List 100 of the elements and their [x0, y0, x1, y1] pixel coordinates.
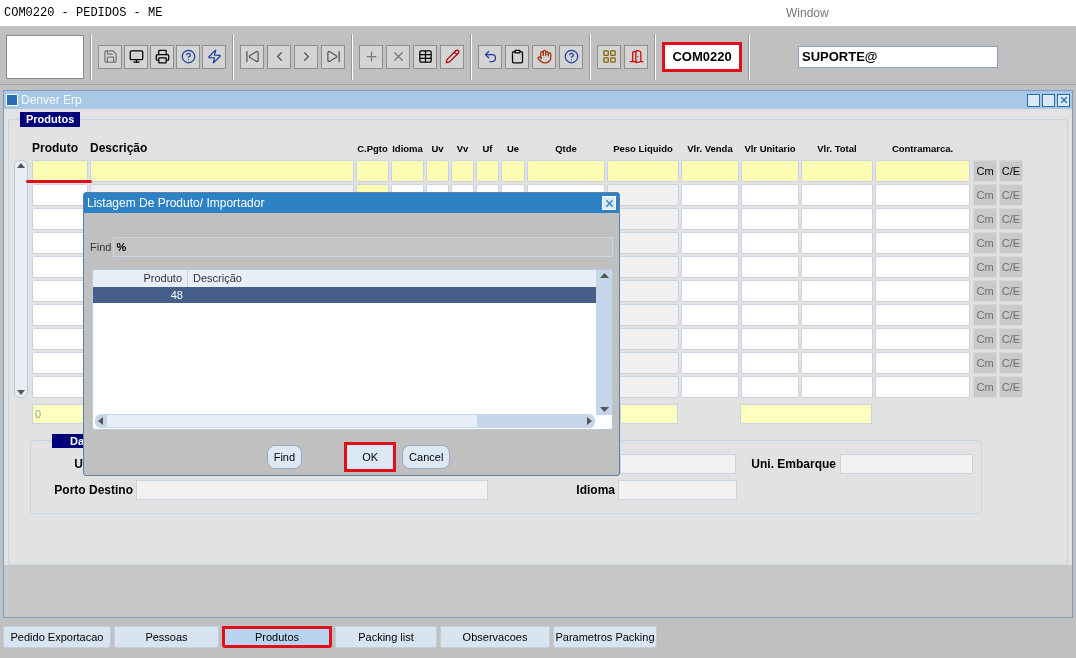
dialog-button[interactable]: Cancel [402, 445, 451, 469]
input-field[interactable] [426, 160, 449, 182]
tab[interactable]: Observacoes [440, 626, 550, 648]
next-record-icon[interactable] [294, 44, 318, 69]
input-field[interactable] [681, 208, 739, 230]
input-field[interactable] [741, 184, 799, 206]
total-field[interactable] [620, 404, 678, 424]
list-row[interactable]: 48 [93, 287, 597, 303]
input-field[interactable] [875, 328, 970, 350]
input-field[interactable] [607, 160, 679, 182]
scrollbar[interactable] [596, 270, 612, 415]
input-field[interactable] [681, 352, 739, 374]
find-field[interactable]: % [113, 237, 614, 257]
minimize-button[interactable] [1027, 93, 1040, 107]
input-field[interactable] [451, 160, 474, 182]
input-field[interactable] [875, 256, 970, 278]
input-field[interactable] [681, 232, 739, 254]
input-field[interactable] [875, 160, 970, 182]
input-field[interactable] [681, 160, 739, 182]
input-field[interactable] [741, 376, 799, 398]
hand-icon[interactable] [532, 44, 556, 69]
input-field[interactable] [32, 160, 88, 182]
query-icon[interactable] [176, 44, 200, 69]
exit-icon[interactable] [624, 44, 648, 69]
input-field[interactable] [875, 280, 970, 302]
tab[interactable]: Packing list [335, 626, 437, 648]
scrollbar[interactable] [95, 414, 595, 428]
total-field[interactable] [740, 404, 872, 424]
input-field[interactable] [90, 160, 354, 182]
input-field[interactable] [356, 160, 389, 182]
scroll-thumb[interactable] [107, 415, 477, 427]
input-field[interactable] [875, 208, 970, 230]
input-field[interactable] [801, 184, 873, 206]
scrollbar[interactable] [14, 160, 28, 398]
input-field[interactable] [875, 376, 970, 398]
dialog-button[interactable]: OK [344, 442, 397, 472]
input-field[interactable] [527, 160, 605, 182]
tab[interactable]: Produtos [222, 626, 332, 648]
row-button[interactable]: C/E [999, 160, 1023, 182]
input-field[interactable] [681, 280, 739, 302]
tab[interactable]: Parametros Packing [553, 626, 657, 648]
input-field[interactable] [801, 328, 873, 350]
previous-record-icon[interactable] [267, 44, 291, 69]
input-field[interactable] [875, 352, 970, 374]
row-button[interactable]: Cm [973, 160, 997, 182]
input-field[interactable] [741, 160, 799, 182]
table-icon[interactable] [413, 44, 437, 69]
window-title: Denver Erp [21, 92, 83, 109]
input-field[interactable] [618, 480, 737, 500]
tab[interactable]: Pedido Exportacao [3, 626, 111, 648]
input-field[interactable] [875, 304, 970, 326]
input-field[interactable] [681, 256, 739, 278]
input-field[interactable] [681, 184, 739, 206]
input-field[interactable] [391, 160, 424, 182]
input-field[interactable] [741, 256, 799, 278]
menu-icon[interactable] [597, 44, 621, 69]
input-field[interactable] [741, 280, 799, 302]
clipboard-icon[interactable] [505, 44, 529, 69]
menu-item[interactable]: Window [786, 4, 829, 22]
input-field[interactable] [801, 376, 873, 398]
pencil-icon[interactable] [440, 44, 464, 69]
user-field[interactable]: SUPORTE@ [798, 45, 998, 68]
input-field[interactable] [741, 352, 799, 374]
up-arrow-icon [17, 163, 25, 168]
dialog-button[interactable]: Find [266, 445, 303, 469]
input-field[interactable] [501, 160, 525, 182]
close-icon [603, 197, 615, 209]
first-record-icon[interactable] [240, 44, 264, 69]
input-field[interactable] [875, 184, 970, 206]
input-field[interactable] [801, 352, 873, 374]
input-field[interactable] [620, 454, 736, 474]
close-button[interactable] [1057, 93, 1070, 107]
input-field[interactable] [681, 304, 739, 326]
add-icon[interactable] [359, 44, 383, 69]
input-field[interactable] [801, 256, 873, 278]
input-field[interactable] [801, 232, 873, 254]
tab[interactable]: Pessoas [114, 626, 219, 648]
input-field[interactable] [801, 160, 873, 182]
undo-icon[interactable] [478, 44, 502, 69]
input-field[interactable] [801, 304, 873, 326]
input-field[interactable] [681, 328, 739, 350]
input-field[interactable] [741, 328, 799, 350]
input-field[interactable] [681, 376, 739, 398]
maximize-button[interactable] [1042, 93, 1055, 107]
input-field[interactable] [741, 304, 799, 326]
input-field[interactable] [32, 184, 88, 206]
input-field[interactable] [741, 232, 799, 254]
left-arrow-icon [98, 417, 103, 425]
help-icon[interactable] [559, 44, 583, 69]
last-record-icon[interactable] [321, 44, 345, 69]
screen-icon[interactable] [124, 44, 148, 69]
input-field[interactable] [476, 160, 499, 182]
lightning-icon[interactable] [202, 44, 226, 69]
input-field[interactable] [840, 454, 973, 474]
input-field[interactable] [875, 232, 970, 254]
printer-icon[interactable] [150, 44, 174, 69]
input-field[interactable] [801, 280, 873, 302]
input-field[interactable] [136, 480, 488, 500]
input-field[interactable] [801, 208, 873, 230]
input-field[interactable] [741, 208, 799, 230]
